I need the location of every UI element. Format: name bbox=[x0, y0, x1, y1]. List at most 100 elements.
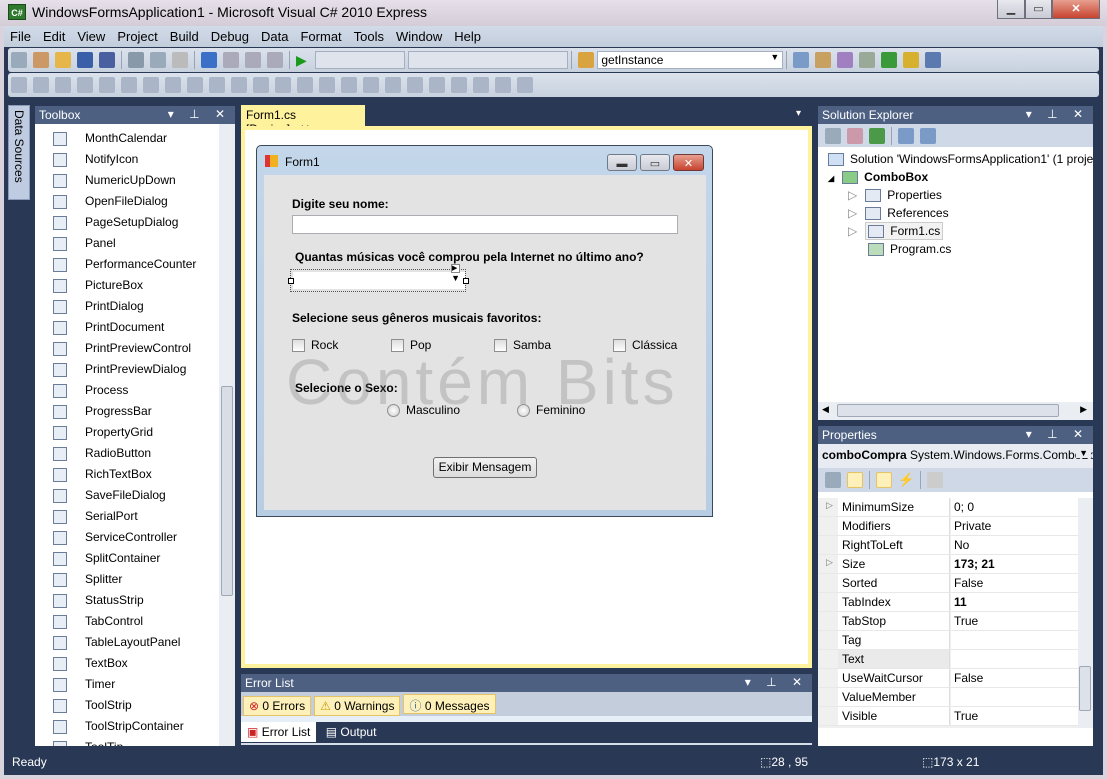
open-file-icon[interactable] bbox=[55, 52, 71, 68]
data-sources-tab[interactable]: Data Sources bbox=[8, 105, 30, 200]
radio-masculino[interactable]: Masculino bbox=[387, 403, 460, 418]
toolbox-item-printpreviewdialog[interactable]: PrintPreviewDialog bbox=[53, 359, 186, 380]
checkbox-samba[interactable]: Samba bbox=[494, 338, 551, 353]
menu-window[interactable]: Window bbox=[390, 26, 448, 44]
size-to-grid-icon[interactable] bbox=[209, 77, 225, 93]
toolbox-item-richtextbox[interactable]: RichTextBox bbox=[53, 464, 152, 485]
purchase-combo[interactable]: ▼ bbox=[293, 272, 465, 289]
toolbox-item-pagesetupdialog[interactable]: PageSetupDialog bbox=[53, 212, 178, 233]
errors-filter-button[interactable]: ⊗ 0 Errors bbox=[243, 696, 312, 716]
find-in-files-icon[interactable] bbox=[578, 52, 595, 68]
toolbox-item-notifyicon[interactable]: NotifyIcon bbox=[53, 149, 138, 170]
bring-to-front-icon[interactable] bbox=[473, 77, 489, 93]
save-icon[interactable] bbox=[77, 52, 93, 68]
align-centers-icon[interactable] bbox=[55, 77, 71, 93]
send-to-back-icon[interactable] bbox=[495, 77, 511, 93]
property-row-modifiers[interactable]: Modifiers Private bbox=[818, 517, 1078, 536]
toolbox-item-numericupdown[interactable]: NumericUpDown bbox=[53, 170, 176, 191]
menu-debug[interactable]: Debug bbox=[205, 26, 255, 44]
checkbox-rock[interactable]: Rock bbox=[292, 338, 338, 353]
tab-order-icon[interactable] bbox=[517, 77, 533, 93]
solution-explorer-icon[interactable] bbox=[815, 52, 832, 68]
redo-icon[interactable] bbox=[223, 52, 239, 68]
panel-controls[interactable]: ▾ ⊥ ✕ bbox=[745, 675, 808, 689]
program-node[interactable]: Program.cs bbox=[868, 242, 951, 257]
h-spacing-decrease-icon[interactable] bbox=[297, 77, 313, 93]
panel-controls[interactable]: ▾ ⊥ ✕ bbox=[1026, 107, 1089, 121]
configuration-combo[interactable] bbox=[315, 51, 405, 69]
view-code-icon[interactable] bbox=[898, 128, 914, 144]
make-same-height-icon[interactable] bbox=[187, 77, 203, 93]
maximize-button[interactable]: ▭ bbox=[1025, 0, 1052, 19]
properties-window-icon[interactable] bbox=[837, 52, 854, 68]
copy-icon[interactable] bbox=[150, 52, 166, 68]
solution-node[interactable]: Solution 'WindowsFormsApplication1' (1 p… bbox=[828, 152, 1093, 167]
object-selector[interactable]: comboCompra System.Windows.Forms.ComboBo… bbox=[818, 444, 1093, 468]
view-designer-icon[interactable] bbox=[920, 128, 936, 144]
toolbox-item-propertygrid[interactable]: PropertyGrid bbox=[53, 422, 153, 443]
align-bottoms-icon[interactable] bbox=[143, 77, 159, 93]
radio-feminino[interactable]: Feminino bbox=[517, 403, 585, 418]
menu-tools[interactable]: Tools bbox=[348, 26, 390, 44]
center-horizontally-icon[interactable] bbox=[429, 77, 445, 93]
property-row-tag[interactable]: Tag bbox=[818, 631, 1078, 650]
menu-data[interactable]: Data bbox=[255, 26, 294, 44]
h-spacing-increase-icon[interactable] bbox=[275, 77, 291, 93]
property-pages-icon[interactable] bbox=[927, 472, 943, 488]
save-all-icon[interactable] bbox=[99, 52, 115, 68]
toolbox-item-servicecontroller[interactable]: ServiceController bbox=[53, 527, 177, 548]
start-page-icon[interactable] bbox=[881, 52, 898, 68]
warnings-filter-button[interactable]: ⚠ 0 Warnings bbox=[314, 696, 401, 716]
property-row-size[interactable]: ▷ Size 173; 21 bbox=[818, 555, 1078, 574]
form-maximize-button[interactable]: ▭ bbox=[640, 154, 670, 171]
show-message-button[interactable]: Exibir Mensagem bbox=[433, 457, 537, 478]
v-spacing-equal-icon[interactable] bbox=[341, 77, 357, 93]
toolbox-item-progressbar[interactable]: ProgressBar bbox=[53, 401, 152, 422]
tab-output[interactable]: ▤ Output bbox=[320, 722, 383, 742]
toolbox-item-openfiledialog[interactable]: OpenFileDialog bbox=[53, 191, 168, 212]
property-row-valuemember[interactable]: ValueMember bbox=[818, 688, 1078, 707]
center-vertically-icon[interactable] bbox=[451, 77, 467, 93]
document-dropdown-icon[interactable]: ▾ bbox=[796, 108, 801, 119]
form1-node[interactable]: ▷ Form1.cs bbox=[848, 222, 944, 240]
scrollbar-thumb[interactable] bbox=[221, 386, 233, 596]
categorized-icon[interactable] bbox=[825, 472, 841, 488]
start-debugging-icon[interactable]: ▶ bbox=[296, 52, 312, 68]
toolbox-scrollbar[interactable] bbox=[219, 124, 235, 746]
properties-scrollbar[interactable] bbox=[1078, 498, 1093, 728]
toolbox-item-textbox[interactable]: TextBox bbox=[53, 653, 128, 674]
property-row-text[interactable]: Text bbox=[818, 650, 1078, 669]
project-node[interactable]: ◢ ComboBox bbox=[828, 170, 928, 185]
property-row-tabindex[interactable]: TabIndex 11 bbox=[818, 593, 1078, 612]
alphabetical-icon[interactable] bbox=[847, 472, 863, 488]
property-row-tabstop[interactable]: TabStop True bbox=[818, 612, 1078, 631]
toolbox-item-panel[interactable]: Panel bbox=[53, 233, 116, 254]
name-textbox[interactable] bbox=[292, 215, 678, 234]
properties-view-icon[interactable] bbox=[876, 472, 892, 488]
navigate-back-icon[interactable] bbox=[245, 52, 261, 68]
toolbox-item-printpreviewcontrol[interactable]: PrintPreviewControl bbox=[53, 338, 191, 359]
v-spacing-remove-icon[interactable] bbox=[407, 77, 423, 93]
other-windows-icon[interactable] bbox=[925, 52, 942, 68]
v-spacing-decrease-icon[interactable] bbox=[385, 77, 401, 93]
undo-icon[interactable] bbox=[201, 52, 217, 68]
align-rights-icon[interactable] bbox=[77, 77, 93, 93]
smart-tag-icon[interactable]: ▶ bbox=[451, 264, 460, 273]
h-spacing-remove-icon[interactable] bbox=[319, 77, 335, 93]
toolbox-item-timer[interactable]: Timer bbox=[53, 674, 115, 695]
resize-handle-right[interactable] bbox=[463, 278, 469, 284]
menu-format[interactable]: Format bbox=[294, 26, 347, 44]
paste-icon[interactable] bbox=[172, 52, 188, 68]
toolbox-item-toolstrip[interactable]: ToolStrip bbox=[53, 695, 132, 716]
property-row-sorted[interactable]: Sorted False bbox=[818, 574, 1078, 593]
menu-help[interactable]: Help bbox=[448, 26, 487, 44]
menu-view[interactable]: View bbox=[71, 26, 111, 44]
show-all-files-icon[interactable] bbox=[825, 128, 841, 144]
align-lefts-icon[interactable] bbox=[33, 77, 49, 93]
new-project-icon[interactable] bbox=[11, 52, 27, 68]
align-tops-icon[interactable] bbox=[99, 77, 115, 93]
toolbox-item-picturebox[interactable]: PictureBox bbox=[53, 275, 143, 296]
find-combo[interactable]: getInstance ▼ bbox=[597, 51, 784, 69]
toolbox-item-tooltip[interactable]: ToolTip bbox=[53, 737, 123, 746]
align-to-grid-icon[interactable] bbox=[11, 77, 27, 93]
